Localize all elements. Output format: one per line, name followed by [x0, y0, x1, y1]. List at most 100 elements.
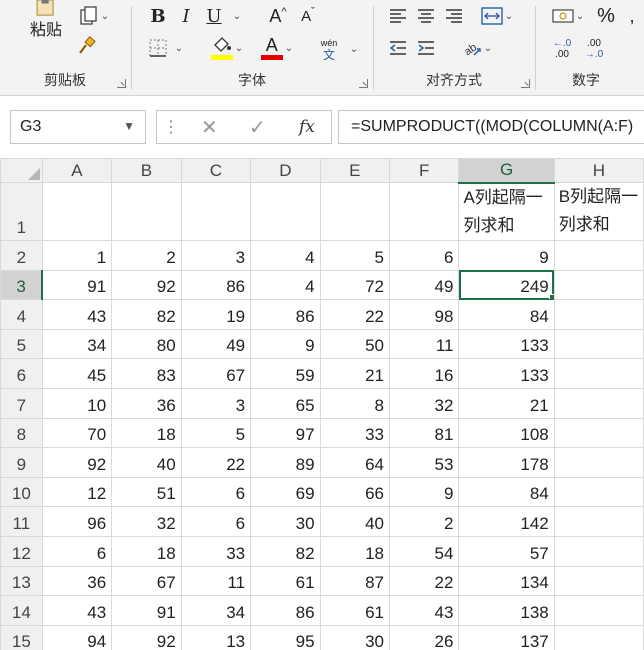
- formula-input[interactable]: =SUMPRODUCT((MOD(COLUMN(A:F): [338, 110, 644, 144]
- row-header[interactable]: 2: [0, 240, 43, 271]
- fill-handle[interactable]: [548, 294, 554, 299]
- chevron-down-icon[interactable]: ▼: [123, 119, 135, 133]
- bold-button[interactable]: B: [146, 4, 170, 28]
- cell[interactable]: 2: [389, 506, 460, 537]
- clipboard-launcher-icon[interactable]: [117, 79, 126, 88]
- row-header[interactable]: 10: [0, 476, 43, 508]
- row-header[interactable]: 13: [0, 565, 43, 597]
- cell[interactable]: [553, 565, 644, 597]
- cell[interactable]: 5: [180, 417, 252, 449]
- cell[interactable]: [553, 535, 644, 567]
- cell[interactable]: 97: [250, 417, 321, 449]
- cell[interactable]: 36: [41, 565, 113, 597]
- cell[interactable]: 32: [389, 387, 460, 419]
- cell[interactable]: 82: [111, 299, 182, 330]
- cell[interactable]: [553, 299, 644, 330]
- cell[interactable]: 26: [389, 624, 460, 650]
- cell[interactable]: 16: [389, 358, 460, 389]
- row-header[interactable]: 12: [0, 535, 43, 567]
- cell[interactable]: 11: [180, 565, 252, 597]
- cell[interactable]: 53: [389, 447, 460, 478]
- alignment-launcher-icon[interactable]: [521, 79, 530, 88]
- cell[interactable]: 81: [389, 417, 460, 449]
- column-header-g[interactable]: G: [458, 158, 555, 184]
- column-header-f[interactable]: F: [389, 158, 460, 183]
- format-painter-button[interactable]: [74, 34, 100, 58]
- cell[interactable]: 70: [41, 417, 113, 449]
- cell[interactable]: 108: [458, 417, 555, 449]
- cell[interactable]: [553, 506, 644, 537]
- cell[interactable]: 69: [250, 476, 321, 508]
- cell[interactable]: 94: [41, 624, 113, 650]
- row-header[interactable]: 4: [0, 299, 43, 330]
- increase-decimal-button[interactable]: ←.0 .00: [548, 36, 576, 62]
- cell[interactable]: 84: [458, 299, 555, 330]
- cell[interactable]: 133: [458, 328, 555, 360]
- italic-button[interactable]: I: [174, 4, 198, 28]
- cell[interactable]: 92: [41, 447, 113, 478]
- row-header[interactable]: 3: [0, 269, 44, 301]
- cell[interactable]: 134: [458, 565, 555, 597]
- column-header-b[interactable]: B: [111, 158, 182, 183]
- cell[interactable]: [553, 240, 644, 271]
- wrap-text-button[interactable]: ⌄: [474, 4, 520, 28]
- cell[interactable]: 22: [180, 447, 252, 478]
- increase-indent-button[interactable]: [414, 36, 438, 60]
- cell[interactable]: 64: [319, 447, 391, 478]
- cell[interactable]: 5: [319, 240, 391, 271]
- cell[interactable]: 92: [111, 624, 182, 650]
- cell[interactable]: 133: [458, 358, 555, 389]
- cell[interactable]: 18: [111, 535, 182, 567]
- cell-g1[interactable]: A列起隔一列求和: [458, 182, 555, 241]
- cell[interactable]: 13: [180, 624, 252, 650]
- cell[interactable]: 95: [250, 624, 321, 650]
- row-header[interactable]: 15: [0, 624, 43, 650]
- cell[interactable]: 86: [250, 595, 321, 626]
- fill-color-button[interactable]: ⌄: [204, 34, 250, 62]
- cell[interactable]: 19: [180, 299, 252, 330]
- cell[interactable]: 65: [250, 387, 321, 419]
- cell[interactable]: 82: [250, 535, 321, 567]
- cell[interactable]: 87: [319, 565, 391, 597]
- cell[interactable]: 3: [180, 387, 252, 419]
- cell[interactable]: [389, 182, 460, 241]
- cell[interactable]: [553, 447, 644, 478]
- cell[interactable]: 59: [250, 358, 321, 389]
- cell[interactable]: 12: [41, 476, 113, 508]
- cell[interactable]: 66: [319, 476, 391, 508]
- column-header-c[interactable]: C: [180, 158, 252, 183]
- cell[interactable]: [553, 328, 644, 360]
- cell[interactable]: 6: [389, 240, 460, 271]
- cell[interactable]: 92: [111, 269, 182, 301]
- row-header[interactable]: 1: [0, 182, 43, 241]
- font-launcher-icon[interactable]: [359, 79, 368, 88]
- cell[interactable]: 30: [250, 506, 321, 537]
- cell[interactable]: [41, 182, 113, 241]
- cell[interactable]: 34: [180, 595, 252, 626]
- cancel-icon[interactable]: ✕: [201, 115, 218, 140]
- cell[interactable]: 91: [111, 595, 182, 626]
- align-bottom-button[interactable]: [442, 4, 466, 28]
- column-header-a[interactable]: A: [41, 158, 113, 183]
- cell[interactable]: 84: [458, 476, 555, 508]
- cell[interactable]: 33: [180, 535, 252, 567]
- cell[interactable]: 10: [41, 387, 113, 419]
- cell[interactable]: 50: [319, 328, 391, 360]
- select-all-corner[interactable]: [0, 158, 43, 183]
- cell[interactable]: 91: [41, 269, 113, 301]
- cell[interactable]: 67: [111, 565, 182, 597]
- cell[interactable]: 83: [111, 358, 182, 389]
- accounting-format-button[interactable]: ⌄: [546, 4, 590, 28]
- cell[interactable]: 61: [319, 595, 391, 626]
- grow-font-button[interactable]: A ^: [264, 4, 292, 28]
- cell[interactable]: 2: [111, 240, 182, 271]
- row-header[interactable]: 14: [0, 595, 43, 626]
- cell[interactable]: 57: [458, 535, 555, 567]
- cell[interactable]: 138: [458, 595, 555, 626]
- cell[interactable]: 43: [41, 595, 113, 626]
- cell[interactable]: 9: [250, 328, 321, 360]
- more-options-icon[interactable]: ⋮: [163, 117, 179, 137]
- cell[interactable]: 4: [250, 269, 321, 301]
- cell[interactable]: 22: [319, 299, 391, 330]
- cell[interactable]: 8: [319, 387, 391, 419]
